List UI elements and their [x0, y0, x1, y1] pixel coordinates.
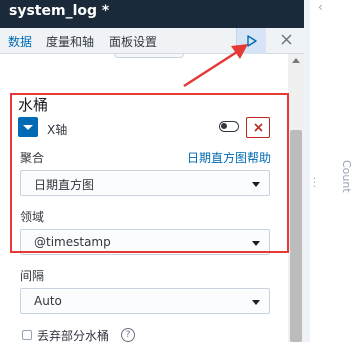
interval-value: Auto: [34, 294, 62, 308]
apply-button[interactable]: [236, 28, 266, 54]
tab-metrics-axes[interactable]: 度量和轴: [46, 33, 94, 50]
enable-toggle[interactable]: [219, 121, 239, 132]
aggregation-select[interactable]: 日期直方图: [20, 170, 270, 196]
page-title: system_log *: [9, 3, 110, 19]
field-label: 领域: [20, 210, 45, 224]
editor-panel: system_log * 数据 度量和轴 面板设置 水桶 X轴 聚合 日期直方图…: [0, 0, 304, 342]
field-select[interactable]: @timestamp: [20, 229, 270, 255]
play-icon: [247, 35, 257, 47]
editor-content: 水桶 X轴 聚合 日期直方图帮助 日期直方图 领域 @timestamp 间隔 …: [0, 54, 288, 342]
interval-select[interactable]: Auto: [20, 288, 270, 314]
close-button[interactable]: [277, 30, 297, 50]
drag-handle-icon[interactable]: · · ·: [313, 175, 316, 193]
title-bar: system_log *: [0, 0, 304, 28]
close-icon: [281, 34, 292, 45]
remove-bucket-button[interactable]: [246, 117, 270, 138]
collapse-sidebar-icon[interactable]: ‹: [318, 0, 323, 14]
caret-down-icon: [252, 241, 260, 246]
interval-label: 间隔: [20, 269, 45, 283]
collapse-toggle-button[interactable]: [18, 117, 38, 137]
scroll-up-icon[interactable]: [292, 58, 300, 63]
tab-panel-settings[interactable]: 面板设置: [109, 33, 157, 50]
question-icon[interactable]: ?: [121, 328, 135, 342]
drop-partial-checkbox[interactable]: [22, 330, 32, 340]
field-value: @timestamp: [34, 235, 111, 249]
buckets-title: 水桶: [18, 96, 49, 114]
date-histogram-help-link[interactable]: 日期直方图帮助: [187, 149, 271, 166]
caret-down-icon: [252, 300, 260, 305]
previous-control-edge: [114, 54, 184, 58]
caret-down-icon: [252, 182, 260, 187]
panel-divider[interactable]: [304, 0, 310, 342]
aggregation-value: 日期直方图: [34, 178, 95, 192]
aggregation-label: 聚合: [20, 151, 45, 165]
tab-data[interactable]: 数据: [8, 33, 32, 50]
cross-icon: [254, 123, 263, 132]
drop-partial-label: 丢弃部分水桶: [37, 329, 110, 342]
scrollbar-thumb[interactable]: [290, 130, 302, 342]
y-axis-label: Count: [340, 160, 353, 193]
x-axis-label: X轴: [47, 123, 68, 137]
